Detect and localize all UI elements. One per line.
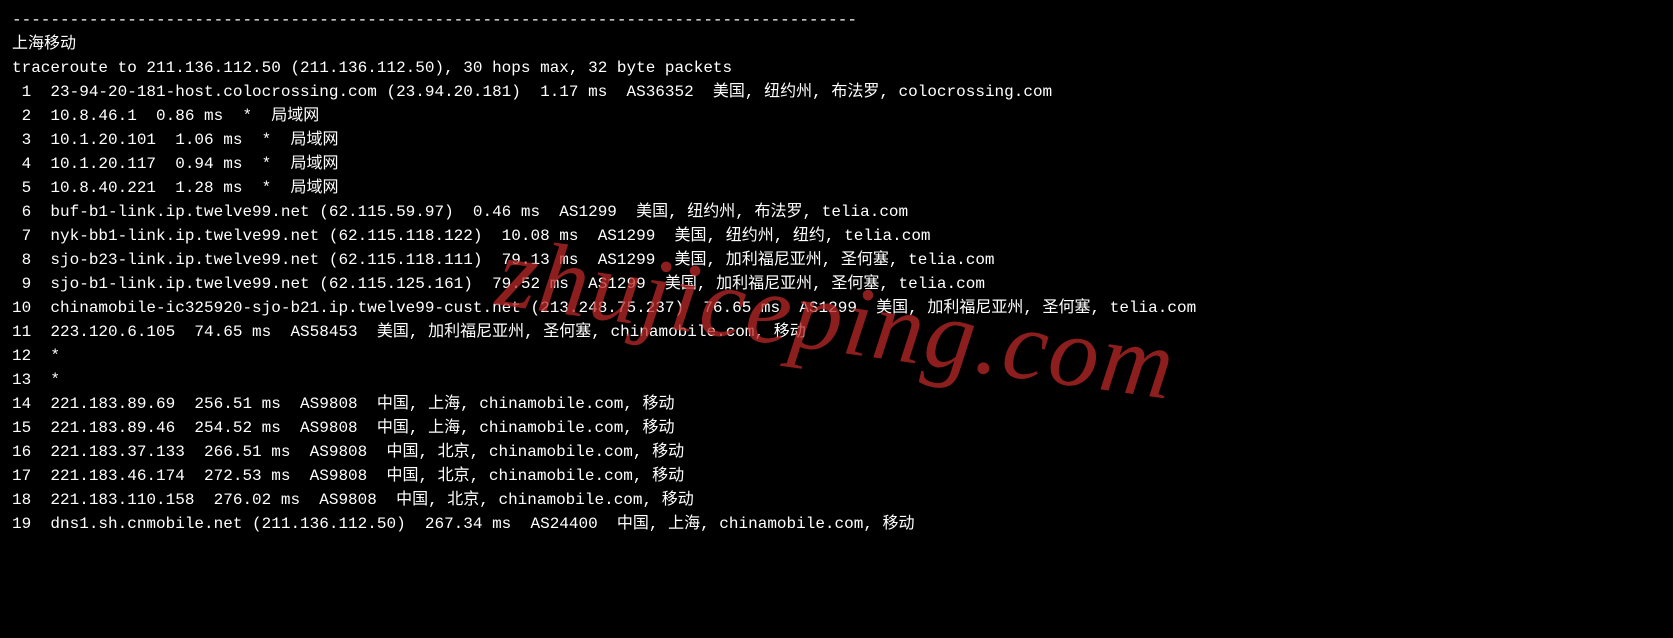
hop-text: * <box>31 371 60 389</box>
divider-line: ----------------------------------------… <box>12 8 1661 32</box>
hop-line: 10 chinamobile-ic325920-sjo-b21.ip.twelv… <box>12 296 1661 320</box>
hop-line: 6 buf-b1-link.ip.twelve99.net (62.115.59… <box>12 200 1661 224</box>
terminal-output: ----------------------------------------… <box>12 8 1661 536</box>
hop-line: 5 10.8.40.221 1.28 ms * 局域网 <box>12 176 1661 200</box>
hop-text: sjo-b1-link.ip.twelve99.net (62.115.125.… <box>31 275 985 293</box>
hop-number: 2 <box>12 104 31 128</box>
hop-text: 23-94-20-181-host.colocrossing.com (23.9… <box>31 83 1052 101</box>
hop-number: 16 <box>12 440 31 464</box>
hop-line: 11 223.120.6.105 74.65 ms AS58453 美国, 加利… <box>12 320 1661 344</box>
hop-number: 7 <box>12 224 31 248</box>
hop-line: 9 sjo-b1-link.ip.twelve99.net (62.115.12… <box>12 272 1661 296</box>
hop-text: dns1.sh.cnmobile.net (211.136.112.50) 26… <box>31 515 914 533</box>
hop-text: 221.183.110.158 276.02 ms AS9808 中国, 北京,… <box>31 491 694 509</box>
hop-line: 14 221.183.89.69 256.51 ms AS9808 中国, 上海… <box>12 392 1661 416</box>
hop-number: 4 <box>12 152 31 176</box>
hop-text: * <box>31 347 60 365</box>
hop-line: 2 10.8.46.1 0.86 ms * 局域网 <box>12 104 1661 128</box>
trace-title: 上海移动 <box>12 32 1661 56</box>
hop-number: 10 <box>12 296 31 320</box>
hop-number: 5 <box>12 176 31 200</box>
hop-text: 10.1.20.117 0.94 ms * 局域网 <box>31 155 338 173</box>
hop-number: 17 <box>12 464 31 488</box>
traceroute-command: traceroute to 211.136.112.50 (211.136.11… <box>12 56 1661 80</box>
hop-line: 12 * <box>12 344 1661 368</box>
hop-text: sjo-b23-link.ip.twelve99.net (62.115.118… <box>31 251 994 269</box>
hop-number: 14 <box>12 392 31 416</box>
hop-line: 3 10.1.20.101 1.06 ms * 局域网 <box>12 128 1661 152</box>
hop-text: 221.183.89.46 254.52 ms AS9808 中国, 上海, c… <box>31 419 674 437</box>
hop-line: 17 221.183.46.174 272.53 ms AS9808 中国, 北… <box>12 464 1661 488</box>
hop-number: 13 <box>12 368 31 392</box>
hop-list: 1 23-94-20-181-host.colocrossing.com (23… <box>12 80 1661 536</box>
hop-text: 221.183.46.174 272.53 ms AS9808 中国, 北京, … <box>31 467 684 485</box>
hop-line: 1 23-94-20-181-host.colocrossing.com (23… <box>12 80 1661 104</box>
hop-number: 11 <box>12 320 31 344</box>
hop-number: 19 <box>12 512 31 536</box>
hop-number: 1 <box>12 80 31 104</box>
hop-number: 9 <box>12 272 31 296</box>
hop-number: 12 <box>12 344 31 368</box>
hop-text: nyk-bb1-link.ip.twelve99.net (62.115.118… <box>31 227 930 245</box>
hop-text: buf-b1-link.ip.twelve99.net (62.115.59.9… <box>31 203 908 221</box>
hop-line: 7 nyk-bb1-link.ip.twelve99.net (62.115.1… <box>12 224 1661 248</box>
hop-line: 16 221.183.37.133 266.51 ms AS9808 中国, 北… <box>12 440 1661 464</box>
hop-line: 15 221.183.89.46 254.52 ms AS9808 中国, 上海… <box>12 416 1661 440</box>
hop-line: 4 10.1.20.117 0.94 ms * 局域网 <box>12 152 1661 176</box>
hop-text: 221.183.89.69 256.51 ms AS9808 中国, 上海, c… <box>31 395 674 413</box>
hop-number: 3 <box>12 128 31 152</box>
hop-text: chinamobile-ic325920-sjo-b21.ip.twelve99… <box>31 299 1196 317</box>
hop-number: 8 <box>12 248 31 272</box>
hop-line: 8 sjo-b23-link.ip.twelve99.net (62.115.1… <box>12 248 1661 272</box>
hop-text: 223.120.6.105 74.65 ms AS58453 美国, 加利福尼亚… <box>31 323 806 341</box>
hop-line: 19 dns1.sh.cnmobile.net (211.136.112.50)… <box>12 512 1661 536</box>
hop-number: 6 <box>12 200 31 224</box>
hop-line: 13 * <box>12 368 1661 392</box>
hop-text: 10.1.20.101 1.06 ms * 局域网 <box>31 131 338 149</box>
hop-text: 10.8.46.1 0.86 ms * 局域网 <box>31 107 319 125</box>
hop-number: 15 <box>12 416 31 440</box>
hop-line: 18 221.183.110.158 276.02 ms AS9808 中国, … <box>12 488 1661 512</box>
hop-number: 18 <box>12 488 31 512</box>
hop-text: 10.8.40.221 1.28 ms * 局域网 <box>31 179 338 197</box>
hop-text: 221.183.37.133 266.51 ms AS9808 中国, 北京, … <box>31 443 684 461</box>
